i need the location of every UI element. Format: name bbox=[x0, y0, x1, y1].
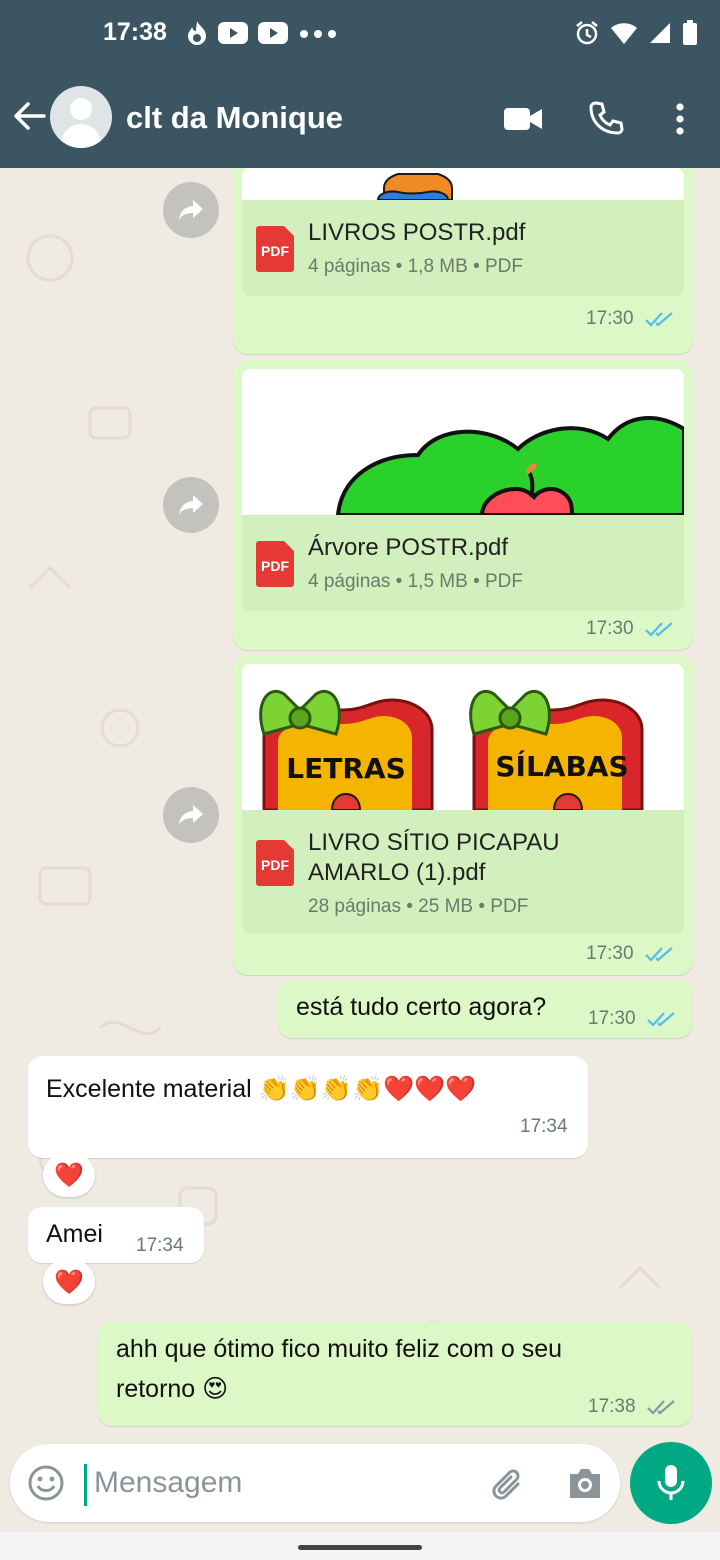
document-meta: 4 páginas • 1,8 MB • PDF bbox=[308, 256, 524, 277]
document-preview-image bbox=[335, 416, 684, 515]
chat-header: clt da Monique bbox=[0, 78, 720, 162]
forward-button[interactable] bbox=[163, 182, 219, 238]
forward-button[interactable] bbox=[163, 477, 219, 533]
forward-button[interactable] bbox=[163, 787, 219, 843]
system-icons bbox=[574, 20, 698, 46]
forward-icon bbox=[179, 200, 203, 220]
message-document[interactable]: LETRAS SÍLABAS PDF LIVRO SÍTIO PICAPAU A… bbox=[233, 655, 693, 975]
message-body-line2: retorno 😍 bbox=[116, 1375, 229, 1403]
document-preview[interactable] bbox=[242, 168, 684, 200]
wifi-icon bbox=[611, 23, 637, 44]
message-body-line1: ahh que ótimo fico muito feliz com o seu bbox=[116, 1335, 563, 1363]
message-body: Amei bbox=[46, 1220, 103, 1248]
voice-call-icon[interactable] bbox=[588, 100, 624, 136]
chat-area[interactable]: PDF LIVROS POSTR.pdf 4 páginas • 1,8 MB … bbox=[0, 168, 720, 1440]
pdf-file-icon: PDF bbox=[256, 541, 294, 587]
read-ticks-icon bbox=[645, 947, 673, 962]
message-text[interactable]: está tudo certo agora? 17:30 bbox=[278, 980, 692, 1038]
text-cursor bbox=[84, 1464, 87, 1506]
back-arrow-icon[interactable] bbox=[12, 96, 48, 136]
message-time: 17:34 bbox=[136, 1235, 184, 1256]
forward-icon bbox=[179, 495, 203, 515]
document-name: Árvore POSTR.pdf bbox=[308, 534, 509, 561]
delivered-ticks-icon bbox=[647, 1400, 675, 1415]
status-bar: 17:38 bbox=[0, 0, 720, 70]
read-ticks-icon bbox=[645, 312, 673, 327]
contact-avatar[interactable] bbox=[50, 86, 112, 148]
contact-name[interactable]: clt da Monique bbox=[126, 100, 343, 136]
document-preview[interactable] bbox=[242, 369, 684, 515]
message-body: está tudo certo agora? bbox=[296, 993, 547, 1021]
reaction-badge[interactable]: ❤️ bbox=[43, 1153, 95, 1197]
notification-icons bbox=[186, 20, 338, 46]
flame-icon bbox=[188, 21, 206, 45]
message-time: 17:30 bbox=[586, 943, 634, 964]
message-time: 17:30 bbox=[588, 1008, 636, 1029]
video-call-icon[interactable] bbox=[503, 104, 543, 134]
document-info[interactable]: PDF Árvore POSTR.pdf 4 páginas • 1,5 MB … bbox=[242, 515, 684, 611]
read-ticks-icon bbox=[647, 1012, 675, 1027]
document-meta: 28 páginas • 25 MB • PDF bbox=[308, 896, 529, 917]
document-preview-image bbox=[376, 173, 453, 200]
more-options-icon[interactable] bbox=[673, 102, 687, 136]
pdf-file-icon: PDF bbox=[256, 226, 294, 272]
youtube-icon bbox=[218, 22, 248, 44]
status-time: 17:38 bbox=[103, 18, 167, 46]
youtube-icon bbox=[258, 22, 288, 44]
reaction-badge[interactable]: ❤️ bbox=[43, 1260, 95, 1304]
document-info[interactable]: PDF LIVRO SÍTIO PICAPAU AMARLO (1).pdf 2… bbox=[242, 810, 684, 934]
document-preview[interactable]: LETRAS SÍLABAS bbox=[242, 664, 684, 810]
more-notifications-icon bbox=[300, 30, 336, 38]
emoji-icon[interactable] bbox=[26, 1463, 66, 1503]
alarm-icon bbox=[576, 21, 598, 45]
forward-icon bbox=[179, 805, 203, 825]
document-name: LIVROS POSTR.pdf bbox=[308, 219, 526, 246]
message-text[interactable]: ahh que ótimo fico muito feliz com o seu… bbox=[98, 1322, 692, 1426]
signal-icon bbox=[650, 23, 670, 43]
document-preview-image: LETRAS SÍLABAS bbox=[259, 690, 644, 810]
message-text-incoming[interactable]: Amei 17:34 bbox=[28, 1207, 204, 1263]
document-meta: 4 páginas • 1,5 MB • PDF bbox=[308, 571, 524, 592]
message-body: Excelente material 👏👏👏👏❤️❤️❤️ bbox=[46, 1075, 477, 1103]
message-document[interactable]: PDF LIVROS POSTR.pdf 4 páginas • 1,8 MB … bbox=[233, 168, 693, 354]
home-gesture-handle[interactable] bbox=[298, 1545, 422, 1550]
message-time: 17:30 bbox=[586, 308, 634, 329]
read-ticks-icon bbox=[645, 622, 673, 637]
message-placeholder: Mensagem bbox=[94, 1466, 243, 1499]
pdf-file-icon: PDF bbox=[256, 840, 294, 886]
message-time: 17:38 bbox=[588, 1396, 636, 1417]
preview-label-silabas: SÍLABAS bbox=[495, 749, 628, 783]
system-nav-bar bbox=[0, 1532, 720, 1560]
preview-label-letras: LETRAS bbox=[286, 752, 405, 785]
message-time: 17:34 bbox=[520, 1116, 568, 1137]
message-document[interactable]: PDF Árvore POSTR.pdf 4 páginas • 1,5 MB … bbox=[233, 360, 693, 650]
camera-icon[interactable] bbox=[566, 1466, 604, 1500]
microphone-icon bbox=[657, 1465, 685, 1500]
top-bar: 17:38 clt da Monique bbox=[0, 0, 720, 168]
attach-icon[interactable] bbox=[488, 1464, 528, 1504]
message-text-incoming[interactable]: Excelente material 👏👏👏👏❤️❤️❤️ 17:34 bbox=[28, 1056, 588, 1158]
voice-record-button[interactable] bbox=[630, 1442, 712, 1524]
message-input[interactable]: Mensagem bbox=[10, 1444, 620, 1522]
document-name-line1: LIVRO SÍTIO PICAPAU bbox=[308, 829, 560, 856]
document-info[interactable]: PDF LIVROS POSTR.pdf 4 páginas • 1,8 MB … bbox=[242, 200, 684, 296]
battery-icon bbox=[683, 20, 697, 45]
document-name-line2: AMARLO (1).pdf bbox=[308, 859, 486, 886]
message-time: 17:30 bbox=[586, 618, 634, 639]
